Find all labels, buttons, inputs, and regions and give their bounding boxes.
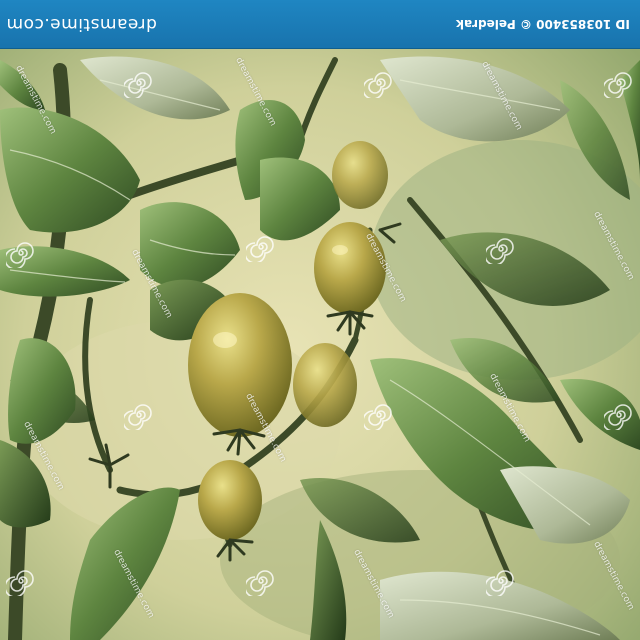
- dreamstime-swirl-icon: [486, 238, 514, 264]
- tomato-plant-photo: [0, 0, 640, 640]
- stock-photo-preview: dreamstime.com dreamstime.com dreamstime…: [0, 0, 640, 640]
- dreamstime-swirl-icon: [246, 236, 274, 262]
- dreamstime-swirl-icon: [604, 72, 632, 98]
- image-id-credit: ID 103853400 © Peledrak: [456, 17, 630, 31]
- brand-logo-text: dreamstime.com: [6, 14, 157, 34]
- dreamstime-swirl-icon: [604, 404, 632, 430]
- dreamstime-swirl-icon: [486, 570, 514, 596]
- dreamstime-swirl-icon: [364, 72, 392, 98]
- dreamstime-swirl-icon: [124, 72, 152, 98]
- watermark-banner: dreamstime.com ID 103853400 © Peledrak: [0, 0, 640, 49]
- dreamstime-swirl-icon: [6, 570, 34, 596]
- dreamstime-swirl-icon: [246, 570, 274, 596]
- dreamstime-swirl-icon: [124, 404, 152, 430]
- dreamstime-swirl-icon: [364, 404, 392, 430]
- dreamstime-swirl-icon: [6, 242, 34, 268]
